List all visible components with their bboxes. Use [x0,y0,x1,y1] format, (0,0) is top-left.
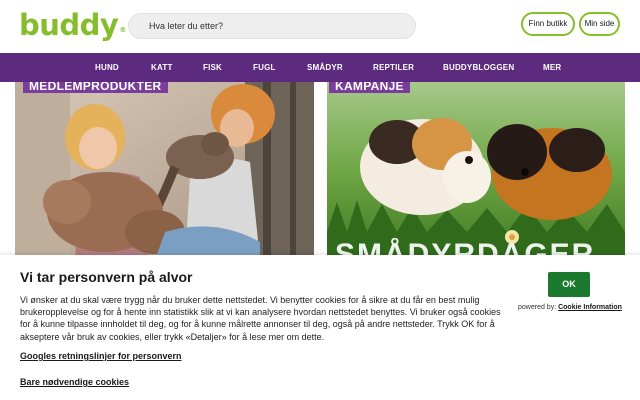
logo-text[interactable]: buddy [19,8,119,42]
necessary-cookies-only-link[interactable]: Bare nødvendige cookies [20,376,129,388]
promo-tag: MEDLEMPRODUKTER [23,82,168,93]
promo-card-campaign[interactable]: KAMPANJE SMÅDYRDAGER [327,82,625,260]
promo-tag: KAMPANJE [329,82,410,93]
promo-card-member-products[interactable]: MEDLEMPRODUKTER [15,82,314,260]
logo-registered-mark: ® [119,26,126,34]
cookie-description: Vi ønsker at du skal være trygg når du b… [20,295,501,342]
find-store-button[interactable]: Finn butikk [521,12,575,36]
cookie-ok-button[interactable]: OK [548,272,590,297]
cookie-title: Vi tar personvern på alvor [20,269,193,285]
nav-item-mer[interactable]: Mer [543,53,561,82]
cookie-consent-banner: Vi tar personvern på alvor Vi ønsker at … [0,255,640,400]
powered-by-prefix: powered by: [518,304,557,311]
buddy-logo[interactable]: buddy® [19,8,126,42]
search-input[interactable]: Hva leter du etter? [128,13,416,39]
nav-item-katt[interactable]: Katt [151,53,173,82]
promo-image-guinea-pigs [327,82,625,260]
nav-item-smadyr[interactable]: Smådyr [307,53,343,82]
nav-item-fisk[interactable]: Fisk [203,53,222,82]
cookie-information-link[interactable]: Cookie Information [558,304,622,311]
my-page-button[interactable]: Min side [579,12,620,36]
powered-by: powered by: Cookie Information [518,303,622,313]
google-privacy-policy-link[interactable]: Googles retningslinjer for personvern [20,350,182,362]
main-nav: Hund Katt Fisk Fugl Smådyr Reptiler Budd… [0,53,640,82]
search-placeholder[interactable]: Hva leter du etter? [149,20,223,33]
nav-item-reptiler[interactable]: Reptiler [373,53,414,82]
page: buddy® Hva leter du etter? Finn butikk M… [0,0,640,400]
nav-item-fugl[interactable]: Fugl [253,53,276,82]
site-header: buddy® Hva leter du etter? Finn butikk M… [0,0,640,53]
nav-item-buddybloggen[interactable]: Buddybloggen [443,53,514,82]
promo-image-family-pets [15,82,314,260]
nav-item-hund[interactable]: Hund [95,53,119,82]
